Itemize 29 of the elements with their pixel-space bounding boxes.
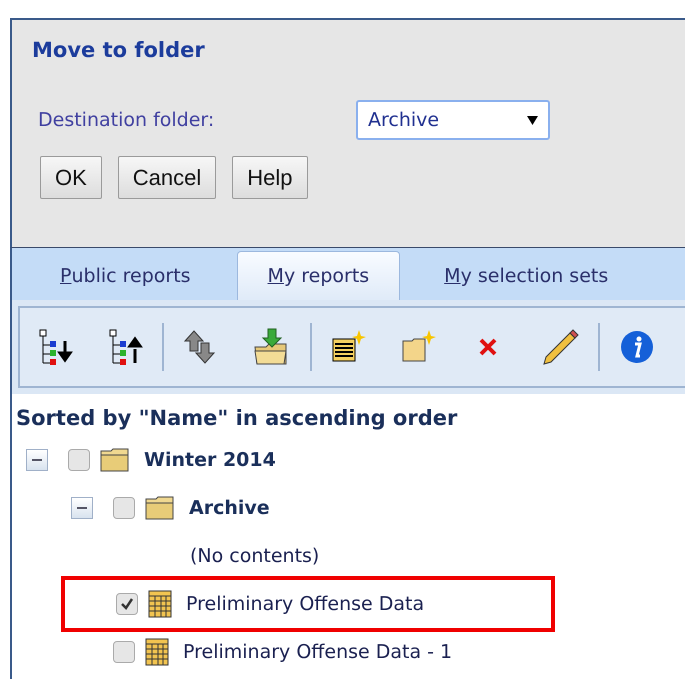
expand-all-icon[interactable] [38, 327, 74, 367]
tree-item[interactable]: Archive [189, 497, 270, 519]
tree-item[interactable]: Winter 2014 [144, 449, 276, 471]
checkbox[interactable] [68, 449, 90, 471]
checkbox[interactable] [113, 641, 135, 663]
tab[interactable]: Public reports [60, 252, 237, 300]
dialog-button[interactable]: Help [232, 156, 308, 199]
tab[interactable]: My reports [236, 251, 400, 300]
folder-icon [145, 495, 175, 521]
checkmark-icon [120, 597, 134, 611]
collapse-toggle[interactable] [26, 449, 48, 471]
tree-item[interactable]: Preliminary Offense Data - 1 [183, 641, 452, 663]
caret-icon [527, 116, 538, 124]
report-icon [148, 590, 172, 618]
destination-label: Destination folder: [37, 109, 216, 131]
dialog-title: Move to folder [32, 38, 206, 62]
collapse-toggle[interactable] [71, 497, 93, 519]
collapse-all-icon[interactable] [108, 327, 144, 367]
destination-select[interactable]: Archive [356, 100, 550, 140]
checkbox[interactable] [113, 497, 135, 519]
dialog-button[interactable]: Cancel [118, 156, 216, 199]
empty-note: (No contents) [190, 545, 320, 567]
sort-caption: Sorted by "Name" in ascending order [16, 406, 458, 430]
checkbox[interactable] [116, 593, 138, 615]
tab[interactable]: My selection sets [444, 252, 654, 300]
dialog-button[interactable]: OK [40, 156, 102, 199]
folder-icon [100, 447, 130, 473]
tree-item[interactable]: Preliminary Offense Data [186, 593, 424, 615]
report-icon [145, 638, 169, 666]
